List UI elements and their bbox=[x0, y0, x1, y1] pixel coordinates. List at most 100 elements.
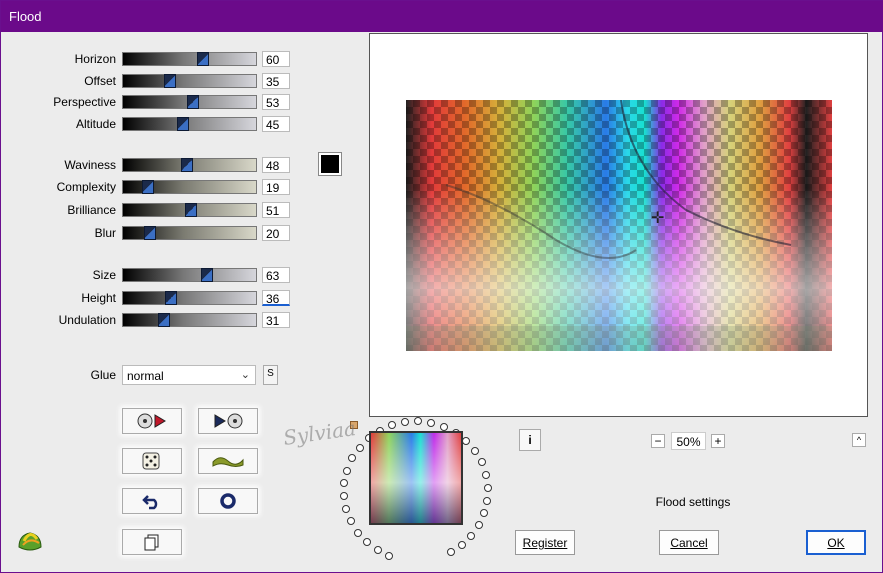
glue-label: Glue bbox=[90, 368, 116, 382]
slider-label: Complexity bbox=[56, 180, 116, 194]
navigator-dot bbox=[355, 443, 364, 452]
slider-thumb[interactable] bbox=[187, 95, 200, 109]
s-button[interactable]: S bbox=[263, 365, 278, 385]
size-value-field[interactable]: 63 bbox=[262, 267, 290, 283]
altitude-value-field[interactable]: 45 bbox=[262, 116, 290, 132]
randomize-prev-button[interactable] bbox=[122, 408, 182, 434]
slider-label: Height bbox=[81, 291, 116, 305]
reset-button[interactable] bbox=[198, 488, 258, 514]
wave-button[interactable] bbox=[198, 448, 258, 474]
navigator-dot bbox=[340, 479, 349, 488]
settings-label: Flood settings bbox=[655, 495, 731, 509]
color-swatch[interactable] bbox=[318, 152, 342, 176]
slider-row-size: Size 63 bbox=[1, 267, 301, 283]
navigator-dot bbox=[340, 492, 349, 501]
wave-icon bbox=[212, 457, 244, 467]
perspective-slider[interactable] bbox=[122, 95, 257, 109]
undulation-slider[interactable] bbox=[122, 313, 257, 327]
copy-icon bbox=[144, 534, 159, 551]
navigator-dot bbox=[373, 546, 382, 555]
complexity-slider[interactable] bbox=[122, 180, 257, 194]
zoom-in-button[interactable]: + bbox=[711, 434, 725, 448]
navigator-dot bbox=[427, 418, 436, 427]
glue-select[interactable]: normal ⌄ bbox=[122, 365, 256, 385]
slider-thumb[interactable] bbox=[163, 74, 176, 88]
horizon-value-field[interactable]: 60 bbox=[262, 51, 290, 67]
offset-slider[interactable] bbox=[122, 74, 257, 88]
copy-button[interactable] bbox=[122, 529, 182, 555]
glue-value: normal bbox=[127, 369, 164, 383]
watermark: Sylviaa bbox=[281, 416, 358, 450]
blur-slider[interactable] bbox=[122, 226, 257, 240]
navigator-dot bbox=[387, 421, 396, 430]
navigator-dot bbox=[474, 521, 483, 530]
undulation-value-field[interactable]: 31 bbox=[262, 312, 290, 328]
altitude-slider[interactable] bbox=[122, 117, 257, 131]
slider-label: Perspective bbox=[53, 95, 116, 109]
perspective-value-field[interactable]: 53 bbox=[262, 94, 290, 110]
slider-thumb[interactable] bbox=[200, 268, 213, 282]
zoom-out-button[interactable]: − bbox=[651, 434, 665, 448]
slider-label: Size bbox=[92, 268, 116, 282]
blur-value-field[interactable]: 20 bbox=[262, 225, 290, 241]
navigator-thumbnail[interactable] bbox=[369, 431, 463, 525]
slider-label: Waviness bbox=[64, 158, 116, 172]
navigator-dot bbox=[462, 437, 471, 446]
slider-row-altitude: Altitude 45 bbox=[1, 116, 301, 132]
navigator-dot bbox=[482, 470, 490, 479]
waviness-slider[interactable] bbox=[122, 158, 257, 172]
slider-thumb[interactable] bbox=[176, 117, 189, 131]
app-logo-icon bbox=[18, 532, 42, 551]
flood-dialog: Flood Horizon 60 Offset 35 Perspective 53 Alti… bbox=[0, 0, 883, 573]
slider-row-perspective: Perspective 53 bbox=[1, 94, 301, 110]
slider-thumb[interactable] bbox=[180, 158, 193, 172]
collapse-button[interactable]: ^ bbox=[852, 433, 866, 447]
ok-button[interactable]: OK bbox=[806, 530, 866, 555]
slider-label: Blur bbox=[94, 226, 116, 240]
slider-thumb[interactable] bbox=[196, 52, 209, 66]
navigator-dot bbox=[471, 446, 480, 455]
navigator-dot bbox=[477, 458, 486, 467]
slider-row-undulation: Undulation 31 bbox=[1, 312, 301, 328]
complexity-value-field[interactable]: 19 bbox=[262, 179, 290, 195]
navigator-dot bbox=[400, 417, 409, 426]
cancel-label: Cancel bbox=[670, 536, 708, 550]
preview-pane[interactable]: ✛ bbox=[369, 33, 868, 417]
navigator-dot bbox=[457, 541, 466, 550]
height-slider[interactable] bbox=[122, 291, 257, 305]
navigator-dot bbox=[483, 496, 492, 505]
size-slider[interactable] bbox=[122, 268, 257, 282]
randomize-next-button[interactable] bbox=[198, 408, 258, 434]
slider-thumb[interactable] bbox=[164, 291, 177, 305]
horizon-slider[interactable] bbox=[122, 52, 257, 66]
slider-label: Brilliance bbox=[67, 203, 116, 217]
offset-value-field[interactable]: 35 bbox=[262, 73, 290, 89]
register-label: Register bbox=[522, 536, 568, 550]
slider-row-brilliance: Brilliance 51 bbox=[1, 202, 301, 218]
slider-label: Undulation bbox=[58, 313, 116, 327]
navigator-dot bbox=[480, 509, 489, 518]
slider-thumb[interactable] bbox=[158, 313, 171, 327]
navigator-dot bbox=[483, 483, 492, 492]
navigator-dot bbox=[446, 548, 455, 557]
cd-play-right-icon bbox=[214, 413, 243, 429]
ring-icon bbox=[220, 493, 236, 509]
navigator-dot bbox=[440, 422, 449, 431]
brilliance-slider[interactable] bbox=[122, 203, 257, 217]
slider-thumb[interactable] bbox=[143, 226, 156, 240]
waviness-value-field[interactable]: 48 bbox=[262, 157, 290, 173]
navigator-dot bbox=[347, 517, 356, 526]
undo-button[interactable] bbox=[122, 488, 182, 514]
ok-label: OK bbox=[827, 536, 845, 550]
info-button[interactable]: i bbox=[519, 429, 541, 451]
navigator-dot bbox=[342, 505, 351, 514]
random-button[interactable] bbox=[122, 448, 182, 474]
height-value-field[interactable]: 36 bbox=[262, 290, 290, 306]
slider-thumb[interactable] bbox=[184, 203, 197, 217]
brilliance-value-field[interactable]: 51 bbox=[262, 202, 290, 218]
register-button[interactable]: Register bbox=[515, 530, 575, 555]
slider-thumb[interactable] bbox=[142, 180, 155, 194]
slider-row-complexity: Complexity 19 bbox=[1, 179, 301, 195]
cancel-button[interactable]: Cancel bbox=[659, 530, 719, 555]
navigator-dot bbox=[385, 552, 394, 561]
